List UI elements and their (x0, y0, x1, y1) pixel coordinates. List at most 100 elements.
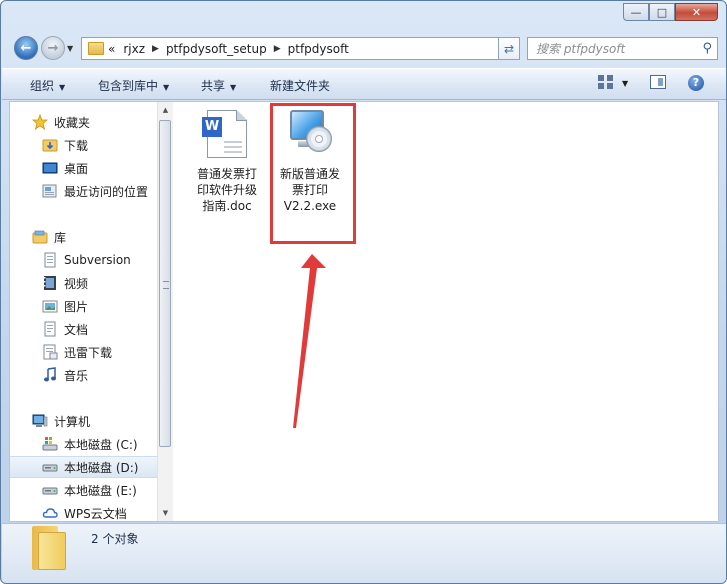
star-icon (31, 113, 49, 130)
scroll-up-icon[interactable]: ▲ (158, 102, 173, 118)
content-area: 收藏夹 下载 桌面 最近访问的位置 库 Subversion 视频 图片 文档 … (9, 101, 719, 522)
sidebar-item-documents[interactable]: 文档 (10, 318, 157, 340)
sidebar-item-thunder-downloads[interactable]: 迅雷下载 (10, 341, 157, 363)
include-in-library-label: 包含到库中 (98, 79, 159, 93)
back-button[interactable]: ← (14, 36, 38, 60)
sidebar-item-music[interactable]: 音乐 (10, 364, 157, 386)
sidebar-item-wps-cloud[interactable]: WPS云文档 (10, 502, 157, 521)
computer-icon (32, 413, 48, 429)
nav-libraries-label: 库 (54, 230, 67, 245)
search-icon[interactable]: ⚲ (702, 41, 712, 56)
sidebar-item-desktop[interactable]: 桌面 (10, 157, 157, 179)
details-pane: 2 个对象 (2, 523, 726, 583)
scroll-down-icon[interactable]: ▼ (158, 505, 173, 521)
breadcrumb-rjxz[interactable]: rjxz (123, 42, 145, 56)
forward-button[interactable]: → (41, 36, 65, 60)
recent-places-icon (42, 183, 58, 199)
library-icon (32, 229, 48, 245)
preview-pane-icon[interactable] (650, 75, 666, 89)
explorer-window: — □ ✕ ← → ▼ « rjxz ▶ ptfpdysoft_setup ▶ … (0, 0, 727, 584)
minimize-button[interactable]: — (623, 3, 649, 21)
sidebar-item-label: 本地磁盘 (C:) (64, 437, 138, 452)
cloud-icon (42, 505, 58, 521)
search-box[interactable]: ⚲ (527, 37, 718, 60)
nav-libraries-header[interactable]: 库 (10, 226, 157, 248)
navigation-scrollbar[interactable]: ▲ ▼ (157, 102, 173, 521)
sidebar-item-local-disk-d[interactable]: 本地磁盘 (D:) (10, 456, 157, 478)
arrow-left-icon: ← (20, 40, 32, 56)
chevron-down-icon: ▼ (59, 83, 66, 92)
share-button[interactable]: 共享 ▼ (201, 77, 236, 94)
desktop-icon (42, 160, 58, 176)
sidebar-item-downloads[interactable]: 下载 (10, 134, 157, 156)
sidebar-item-label: WPS云文档 (64, 506, 127, 521)
sidebar-item-videos[interactable]: 视频 (10, 272, 157, 294)
share-label: 共享 (201, 79, 226, 93)
sidebar-item-label: 最近访问的位置 (64, 184, 149, 199)
sidebar-item-label: 迅雷下载 (64, 345, 113, 360)
sidebar-item-label: 本地磁盘 (E:) (64, 483, 137, 498)
subversion-library-icon (42, 252, 58, 268)
sidebar-item-label: 下载 (64, 138, 89, 153)
title-bar: — □ ✕ (1, 1, 726, 31)
hard-drive-icon (42, 459, 58, 475)
folder-icon (88, 42, 104, 55)
address-bar[interactable]: « rjxz ▶ ptfpdysoft_setup ▶ ptfpdysoft ▼ (81, 37, 519, 60)
file-list: W 普通发票打 印软件升级 指南.doc 新版普通发 票打印 V2.2.exe (174, 102, 718, 521)
include-in-library-button[interactable]: 包含到库中 ▼ (98, 77, 169, 94)
navigation-pane: 收藏夹 下载 桌面 最近访问的位置 库 Subversion 视频 图片 文档 … (10, 102, 157, 521)
grip-icon (163, 281, 169, 289)
scrollbar-thumb[interactable] (159, 120, 171, 447)
sidebar-item-pictures[interactable]: 图片 (10, 295, 157, 317)
breadcrumb-overflow[interactable]: « (108, 42, 115, 56)
chevron-down-icon: ▼ (230, 83, 237, 92)
music-icon (42, 367, 58, 383)
organize-label: 组织 (30, 79, 55, 93)
sidebar-item-label: 图片 (64, 299, 89, 314)
breadcrumb-ptfpdysoft-setup[interactable]: ptfpdysoft_setup (166, 42, 267, 56)
view-options-dropdown-icon[interactable]: ▼ (622, 79, 628, 88)
nav-favorites-header[interactable]: 收藏夹 (10, 111, 157, 133)
sidebar-item-label: 桌面 (64, 161, 89, 176)
close-button[interactable]: ✕ (675, 3, 718, 21)
new-folder-button[interactable]: 新建文件夹 (270, 77, 330, 94)
sidebar-item-label: 文档 (64, 322, 89, 337)
hard-drive-icon (42, 482, 58, 498)
recent-pages-dropdown[interactable]: ▼ (67, 44, 73, 53)
documents-icon (42, 321, 58, 337)
sidebar-item-label: 视频 (64, 276, 89, 291)
command-bar: 组织 ▼ 包含到库中 ▼ 共享 ▼ 新建文件夹 ▼ ? (2, 68, 726, 100)
nav-favorites-label: 收藏夹 (54, 115, 91, 130)
navigation-row: ← → ▼ « rjxz ▶ ptfpdysoft_setup ▶ ptfpdy… (1, 34, 726, 64)
sidebar-item-recent-places[interactable]: 最近访问的位置 (10, 180, 157, 202)
sidebar-item-local-disk-c[interactable]: 本地磁盘 (C:) (10, 433, 157, 455)
maximize-button[interactable]: □ (649, 3, 675, 21)
sidebar-item-subversion[interactable]: Subversion (10, 249, 157, 271)
sidebar-item-label: Subversion (64, 253, 131, 267)
chevron-down-icon: ▼ (67, 44, 74, 53)
breadcrumb-ptfpdysoft[interactable]: ptfpdysoft (288, 42, 349, 56)
caption-buttons: — □ ✕ (623, 3, 718, 21)
help-icon[interactable]: ? (688, 75, 704, 91)
folder-icon (32, 526, 68, 570)
pointer-arrow-annotation (293, 254, 326, 428)
sidebar-item-label: 音乐 (64, 368, 89, 383)
nav-computer-label: 计算机 (54, 414, 91, 429)
organize-button[interactable]: 组织 ▼ (30, 77, 65, 94)
item-count: 2 个对象 (91, 532, 139, 546)
downloads-folder-icon (42, 137, 58, 153)
pictures-icon (42, 298, 58, 314)
system-drive-icon (42, 436, 58, 452)
change-view-icon[interactable] (598, 75, 614, 89)
sidebar-item-local-disk-e[interactable]: 本地磁盘 (E:) (10, 479, 157, 501)
breadcrumb-separator-icon[interactable]: ▶ (152, 44, 159, 54)
nav-computer-header[interactable]: 计算机 (10, 410, 157, 432)
search-input[interactable] (534, 40, 698, 57)
downloads-library-icon (42, 344, 58, 360)
chevron-down-icon: ▼ (163, 83, 170, 92)
breadcrumb-separator-icon[interactable]: ▶ (274, 44, 281, 54)
refresh-icon: ⇄ (503, 41, 515, 56)
refresh-button[interactable]: ⇄ (498, 37, 520, 60)
sidebar-item-label: 本地磁盘 (D:) (64, 460, 139, 475)
video-icon (42, 275, 58, 291)
